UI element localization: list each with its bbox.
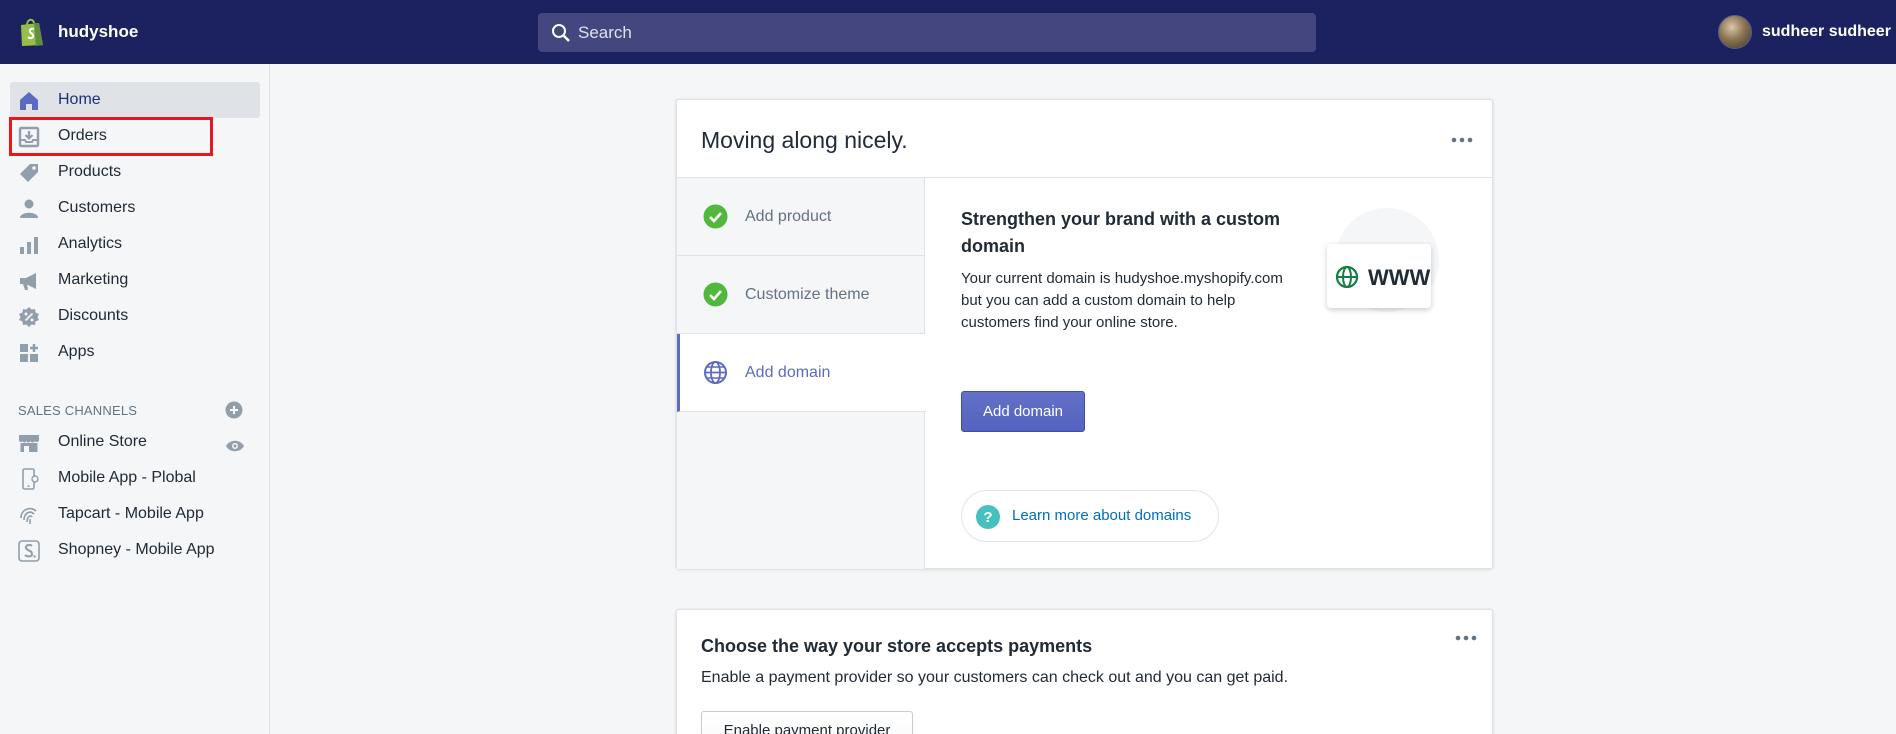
card-title: Moving along nicely.	[701, 127, 908, 153]
www-text: WWW	[1368, 265, 1431, 290]
shopify-logo-icon[interactable]	[18, 17, 46, 47]
sidebar-item-label: Online Store	[58, 433, 147, 450]
step-customize-theme[interactable]: Customize theme	[677, 256, 925, 334]
enable-payment-provider-button[interactable]: Enable payment provider	[701, 711, 913, 734]
sidebar-item-label: Shopney - Mobile App	[58, 541, 215, 558]
sidebar-item-analytics[interactable]: Analytics	[10, 226, 260, 262]
step-label: Customize theme	[745, 286, 870, 303]
sidebar-item-label: Customers	[58, 199, 136, 216]
sidebar-item-marketing[interactable]: Marketing	[10, 262, 260, 298]
store-icon	[19, 435, 39, 452]
search-input[interactable]: Search	[538, 13, 1316, 52]
payments-title: Choose the way your store accepts paymen…	[701, 636, 1093, 656]
sidebar-item-label: Analytics	[58, 235, 123, 252]
sidebar-item-products[interactable]: Products	[10, 154, 260, 190]
check-circle-icon	[703, 204, 728, 229]
shopney-icon	[18, 540, 40, 562]
sidebar-item-mobile-app-plobal[interactable]: Mobile App - Plobal	[10, 460, 260, 496]
sidebar-item-home[interactable]: Home	[10, 82, 260, 118]
svg-text:?: ?	[983, 509, 992, 526]
payments-description: Enable a payment provider so your custom…	[701, 669, 1289, 686]
bar-chart-icon	[20, 237, 38, 254]
setup-guide-card: Moving along nicely. Add product Customi…	[676, 99, 1493, 569]
sidebar-item-label: Mobile App - Plobal	[58, 469, 196, 486]
mobile-icon	[22, 468, 39, 490]
more-actions-icon[interactable]	[1451, 137, 1473, 143]
orders-highlight-box	[9, 117, 213, 156]
search-icon	[552, 24, 570, 42]
person-icon	[20, 199, 38, 218]
tapcart-icon	[20, 507, 37, 524]
discount-icon	[19, 307, 39, 327]
domain-description: Your current domain is hudyshoe.myshopif…	[961, 270, 1283, 331]
sales-channels-title: SALES CHANNELS	[18, 403, 138, 418]
sidebar-item-shopney[interactable]: Shopney - Mobile App	[10, 532, 260, 568]
domain-illustration: WWW	[1327, 208, 1439, 312]
sidebar-item-label: Home	[58, 91, 101, 108]
sidebar: Home Orders Products Customers Analytics	[0, 64, 270, 734]
eye-icon[interactable]	[225, 439, 245, 453]
store-name[interactable]: hudyshoe	[58, 22, 138, 42]
sidebar-item-tapcart[interactable]: Tapcart - Mobile App	[10, 496, 260, 532]
add-domain-button[interactable]: Add domain	[961, 391, 1085, 432]
home-icon	[20, 92, 38, 110]
question-circle-icon: ?	[976, 505, 1000, 529]
step-label: Add domain	[745, 364, 831, 381]
apps-icon	[20, 344, 38, 362]
illustration-card: WWW	[1327, 244, 1431, 308]
check-circle-icon	[703, 282, 728, 307]
sidebar-item-label: Tapcart - Mobile App	[58, 505, 204, 522]
more-actions-icon[interactable]	[1455, 635, 1477, 641]
globe-icon	[1335, 265, 1359, 289]
sidebar-item-customers[interactable]: Customers	[10, 190, 260, 226]
top-bar: hudyshoe Search sudheer sudheer	[0, 0, 1896, 64]
search-placeholder: Search	[578, 23, 632, 42]
sidebar-item-label: Apps	[58, 343, 95, 360]
username[interactable]: sudheer sudheer	[1762, 23, 1891, 41]
sidebar-item-label: Discounts	[58, 307, 129, 324]
setup-steps: Add product Customize theme Add domain	[677, 178, 926, 569]
domain-heading: Strengthen your brand with a custom doma…	[961, 209, 1281, 256]
sidebar-item-label: Marketing	[58, 271, 129, 288]
step-add-product[interactable]: Add product	[677, 178, 925, 256]
sidebar-item-label: Products	[58, 163, 122, 180]
globe-icon	[704, 361, 727, 384]
sidebar-item-apps[interactable]: Apps	[10, 334, 260, 370]
tag-icon	[20, 164, 38, 182]
plus-circle-icon[interactable]	[225, 401, 243, 419]
step-add-domain[interactable]: Add domain	[677, 334, 926, 412]
sidebar-item-discounts[interactable]: Discounts	[10, 298, 260, 334]
avatar[interactable]	[1718, 15, 1752, 49]
payments-card: Choose the way your store accepts paymen…	[676, 609, 1493, 734]
learn-more-domains-link[interactable]: ? Learn more about domains	[961, 490, 1219, 542]
step-label: Add product	[745, 208, 832, 225]
sidebar-item-online-store[interactable]: Online Store	[10, 424, 260, 460]
megaphone-icon	[20, 273, 36, 290]
learn-more-label: Learn more about domains	[1012, 507, 1192, 524]
